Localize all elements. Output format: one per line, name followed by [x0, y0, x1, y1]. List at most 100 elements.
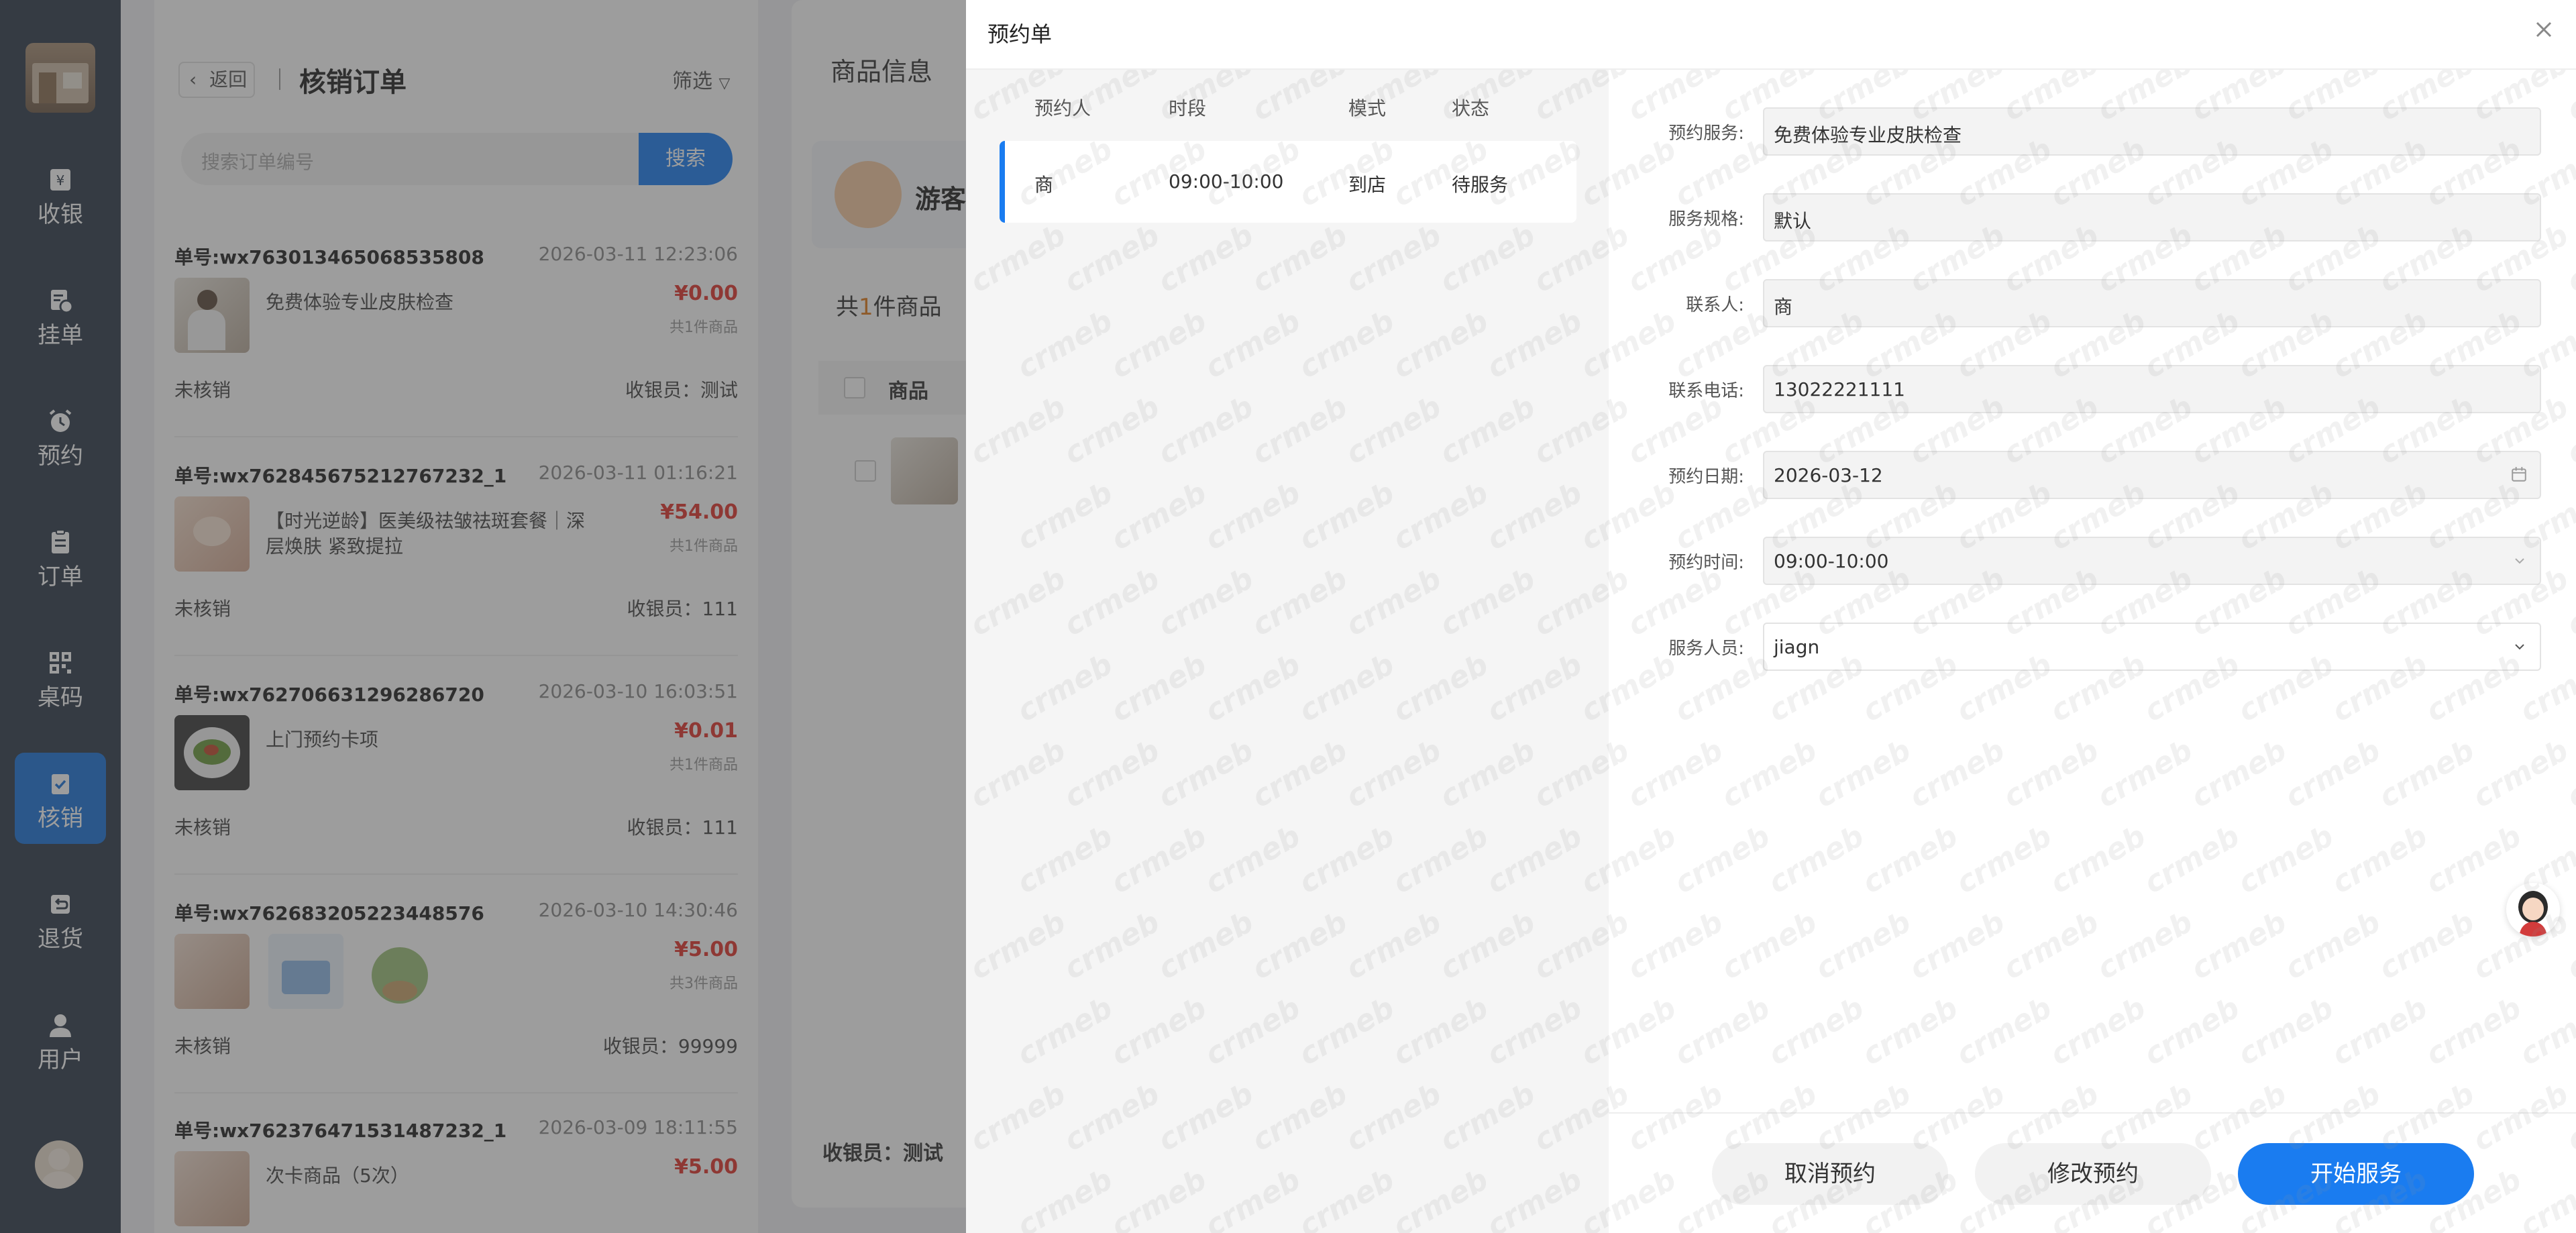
watermark-text: crmeb	[2185, 70, 2293, 128]
watermark-text: crmeb	[1997, 561, 2105, 643]
watermark-text: crmeb	[1950, 475, 2058, 557]
watermark-text: crmeb	[1246, 561, 1354, 643]
watermark-text: crmeb	[2279, 1076, 2387, 1159]
watermark-text: crmeb	[1293, 818, 1401, 901]
watermark-text: crmeb	[2467, 904, 2575, 987]
watermark-text: crmeb	[2467, 70, 2575, 128]
watermark-text: crmeb	[1574, 475, 1682, 557]
watermark-text: crmeb	[2232, 475, 2340, 557]
watermark-text: crmeb	[1574, 1162, 1682, 1233]
watermark-text: crmeb	[1105, 475, 1213, 557]
watermark-text: crmeb	[1387, 475, 1495, 557]
watermark-text: crmeb	[1434, 733, 1542, 815]
watermark-text: crmeb	[2326, 990, 2434, 1073]
watermark-text: crmeb	[1246, 733, 1354, 815]
watermark-text: crmeb	[2185, 1076, 2293, 1159]
watermark-text: crmeb	[966, 217, 1072, 300]
watermark-text: crmeb	[1058, 1076, 1166, 1159]
watermark-text: crmeb	[1809, 733, 1917, 815]
watermark-text: crmeb	[2185, 389, 2293, 472]
watermark-text: crmeb	[1856, 818, 1964, 901]
watermark-text: crmeb	[1011, 131, 1119, 214]
watermark-text: crmeb	[1434, 70, 1542, 128]
watermark-text: crmeb	[1950, 303, 2058, 386]
watermark-text: crmeb	[1950, 818, 2058, 901]
watermark-text: crmeb	[1152, 70, 1260, 128]
watermark-text: crmeb	[2561, 904, 2576, 987]
watermark-text: crmeb	[1715, 733, 1823, 815]
watermark-text: crmeb	[1903, 561, 2011, 643]
watermark-text: crmeb	[1762, 1162, 1870, 1233]
watermark-text: crmeb	[2044, 303, 2152, 386]
watermark-text: crmeb	[966, 70, 1072, 128]
watermark-text: crmeb	[1011, 1162, 1119, 1233]
watermark-text: crmeb	[2091, 217, 2199, 300]
watermark-text: crmeb	[1434, 389, 1542, 472]
watermark-text: crmeb	[2326, 1162, 2434, 1233]
watermark-text: crmeb	[1340, 733, 1448, 815]
watermark-text: crmeb	[1809, 389, 1917, 472]
watermark-text: crmeb	[1387, 990, 1495, 1073]
watermark-text: crmeb	[2420, 990, 2528, 1073]
watermark-text: crmeb	[2138, 475, 2246, 557]
watermark-text: crmeb	[1809, 217, 1917, 300]
watermark-text: crmeb	[966, 561, 1072, 643]
watermark-text: crmeb	[1950, 990, 2058, 1073]
watermark-text: crmeb	[1668, 818, 1776, 901]
watermark-text: crmeb	[1105, 131, 1213, 214]
watermark-text: crmeb	[2091, 561, 2199, 643]
watermark-text: crmeb	[1809, 1076, 1917, 1159]
watermark-text: crmeb	[2561, 217, 2576, 300]
watermark-text: crmeb	[1340, 1076, 1448, 1159]
watermark-text: crmeb	[1950, 647, 2058, 729]
watermark-text: crmeb	[2232, 303, 2340, 386]
watermark-text: crmeb	[1621, 1076, 1729, 1159]
watermark-text: crmeb	[1809, 70, 1917, 128]
watermark-text: crmeb	[2185, 217, 2293, 300]
watermark-text: crmeb	[1293, 131, 1401, 214]
watermark-text: crmeb	[2326, 818, 2434, 901]
watermark-text: crmeb	[1481, 647, 1589, 729]
watermark-text: crmeb	[1715, 904, 1823, 987]
modal-overlay[interactable]	[0, 0, 966, 1233]
watermark-text: crmeb	[966, 904, 1072, 987]
watermark-text: crmeb	[1903, 904, 2011, 987]
watermark-text: crmeb	[1246, 389, 1354, 472]
watermark-text: crmeb	[2232, 990, 2340, 1073]
watermark-text: crmeb	[2279, 389, 2387, 472]
watermark-text: crmeb	[1621, 217, 1729, 300]
watermark-text: crmeb	[1903, 1076, 2011, 1159]
watermark-text: crmeb	[1058, 70, 1166, 128]
watermark-text: crmeb	[2232, 647, 2340, 729]
watermark-text: crmeb	[2373, 70, 2481, 128]
watermark-text: crmeb	[1481, 1162, 1589, 1233]
watermark-text: crmeb	[2420, 647, 2528, 729]
watermark-text: crmeb	[1527, 217, 1635, 300]
watermark-text: crmeb	[2138, 131, 2246, 214]
watermark-text: crmeb	[1668, 475, 1776, 557]
watermark-text: crmeb	[1340, 904, 1448, 987]
watermark-text: crmeb	[2467, 561, 2575, 643]
watermark-text: crmeb	[2514, 818, 2576, 901]
watermark-text: crmeb	[1903, 733, 2011, 815]
watermark-text: crmeb	[1527, 561, 1635, 643]
watermark-text: crmeb	[1997, 389, 2105, 472]
watermark-text: crmeb	[1762, 303, 1870, 386]
watermark-text: crmeb	[1527, 389, 1635, 472]
watermark-text: crmeb	[1199, 475, 1307, 557]
watermark-text: crmeb	[2138, 818, 2246, 901]
watermark-text: crmeb	[1481, 131, 1589, 214]
close-button[interactable]	[2530, 16, 2557, 43]
watermark-text: crmeb	[1856, 1162, 1964, 1233]
watermark-text: crmeb	[1199, 131, 1307, 214]
watermark-text: crmeb	[1152, 904, 1260, 987]
watermark-text: crmeb	[1856, 647, 1964, 729]
watermark-text: crmeb	[1527, 70, 1635, 128]
watermark-text: crmeb	[2232, 818, 2340, 901]
watermark-text: crmeb	[1199, 303, 1307, 386]
watermark-text: crmeb	[2232, 1162, 2340, 1233]
watermark-text: crmeb	[2138, 1162, 2246, 1233]
watermark-text: crmeb	[2326, 131, 2434, 214]
watermark-text: crmeb	[1574, 818, 1682, 901]
watermark-text: crmeb	[1715, 389, 1823, 472]
